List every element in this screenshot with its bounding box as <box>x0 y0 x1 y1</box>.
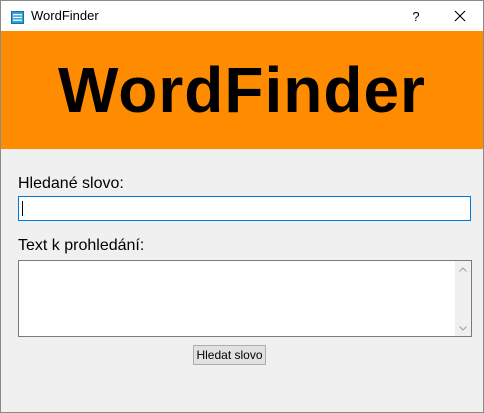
app-window: WordFinder ? WordFinder Hledané slovo: T… <box>0 0 484 413</box>
app-window-icon <box>11 9 24 24</box>
close-button[interactable] <box>437 1 483 31</box>
search-word-input[interactable] <box>18 196 471 221</box>
vertical-scrollbar[interactable] <box>455 261 471 336</box>
help-button[interactable]: ? <box>399 1 433 31</box>
window-title: WordFinder <box>31 8 99 23</box>
search-word-button[interactable]: Hledat slovo <box>193 345 266 365</box>
search-word-label: Hledané slovo: <box>18 175 124 192</box>
banner-title: WordFinder <box>58 54 426 126</box>
text-to-search-area[interactable] <box>18 260 472 337</box>
scroll-down-icon[interactable] <box>455 320 471 336</box>
banner: WordFinder <box>1 31 483 149</box>
scroll-up-icon[interactable] <box>455 261 471 277</box>
close-icon <box>454 7 466 26</box>
text-caret <box>22 201 23 216</box>
text-to-search-label: Text k prohledání: <box>18 237 145 254</box>
title-bar: WordFinder ? <box>1 1 483 31</box>
